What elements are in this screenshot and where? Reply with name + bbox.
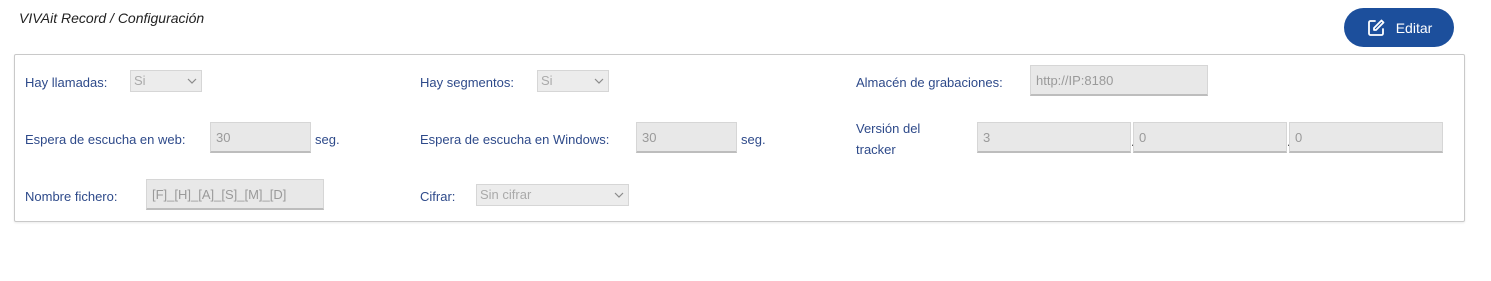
web-wait-field[interactable]: 30 [210, 122, 311, 153]
segments-select-value: Si [541, 73, 553, 88]
encrypt-select-value: Sin cifrar [480, 187, 532, 202]
configuration-page: VIVAit Record / Configuración Editar Hay… [0, 0, 1491, 281]
pencil-square-icon [1366, 18, 1386, 38]
tracker-version-label-line2: tracker [856, 142, 896, 157]
web-wait-unit: seg. [315, 132, 340, 147]
storage-field[interactable]: http://IP:8180 [1030, 65, 1208, 96]
calls-select-value: Si [134, 73, 146, 88]
web-wait-label: Espera de escucha en web: [25, 132, 186, 147]
windows-wait-field[interactable]: 30 [636, 122, 737, 153]
encrypt-select[interactable]: Sin cifrar [476, 184, 629, 206]
chevron-down-icon [594, 71, 604, 91]
calls-select[interactable]: Si [130, 70, 202, 92]
segments-label: Hay segmentos: [420, 75, 514, 90]
encrypt-label: Cifrar: [420, 189, 456, 204]
tracker-version-label-line1: Versión del [856, 121, 921, 136]
windows-wait-unit: seg. [741, 132, 766, 147]
edit-button[interactable]: Editar [1344, 8, 1454, 47]
tracker-version-minor-field[interactable]: 0 [1133, 122, 1287, 153]
edit-button-label: Editar [1395, 19, 1433, 36]
filename-field[interactable]: [F]_[H]_[A]_[S]_[M]_[D] [146, 179, 324, 210]
windows-wait-label: Espera de escucha en Windows: [420, 132, 610, 147]
chevron-down-icon [614, 185, 624, 205]
breadcrumb: VIVAit Record / Configuración [19, 10, 205, 26]
segments-select[interactable]: Si [537, 70, 609, 92]
tracker-version-major-field[interactable]: 3 [977, 122, 1131, 153]
tracker-version-patch-field[interactable]: 0 [1289, 122, 1443, 153]
calls-label: Hay llamadas: [25, 75, 108, 90]
chevron-down-icon [187, 71, 197, 91]
configuration-panel: Hay llamadas: Si Hay segmentos: Si Almac… [14, 54, 1465, 222]
filename-label: Nombre fichero: [25, 189, 118, 204]
storage-label: Almacén de grabaciones: [856, 75, 1003, 90]
